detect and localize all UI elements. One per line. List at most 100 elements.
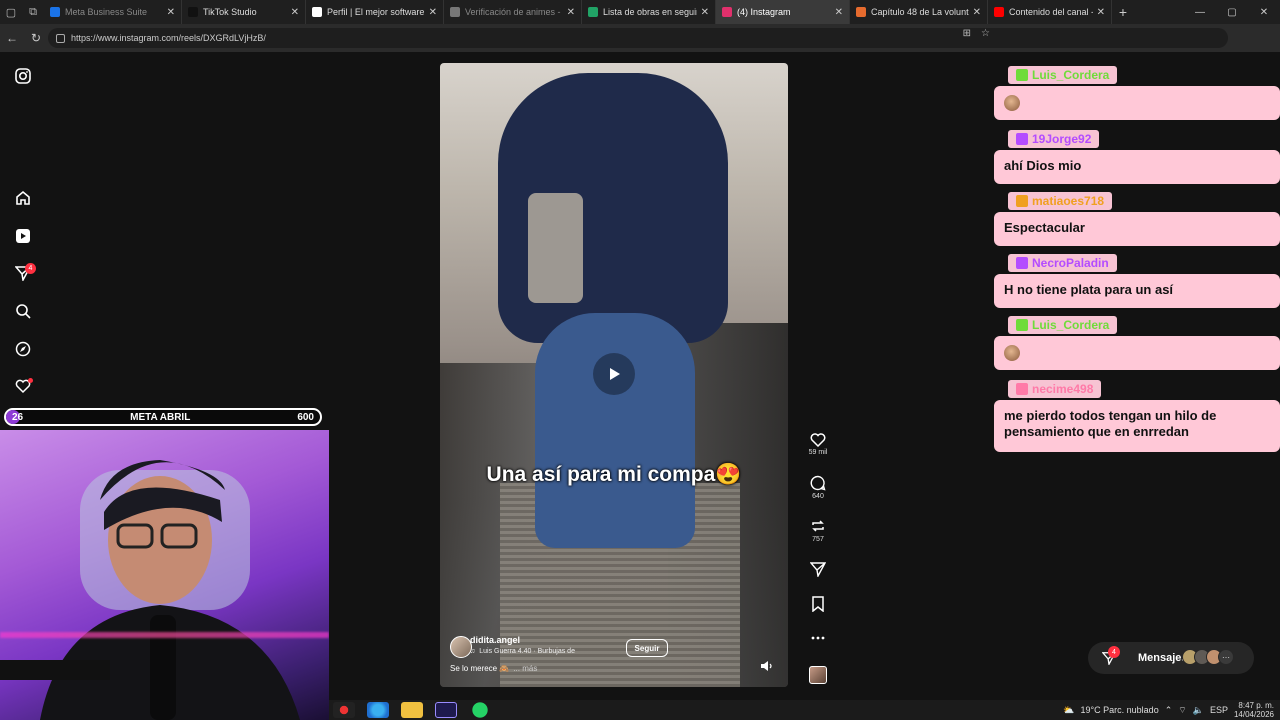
instagram-logo-icon[interactable] [14, 67, 32, 85]
goal-target: 600 [297, 411, 314, 423]
author-username[interactable]: didita.angel [470, 635, 520, 645]
url-field[interactable]: https://www.instagram.com/reels/DXGRdLVj… [48, 28, 1228, 48]
tab-favicon-icon [856, 7, 866, 17]
tab-close-icon[interactable]: ✕ [1097, 7, 1105, 18]
chat-username: NecroPaladin [1032, 256, 1109, 270]
browser-tab[interactable]: Lista de obras en seguimien ✕ [582, 0, 716, 24]
follow-button[interactable]: Seguir [626, 639, 668, 657]
more-options-action[interactable] [806, 630, 830, 646]
search-icon[interactable] [14, 302, 32, 320]
reel-video[interactable]: Una así para mi compa😍 didita.angel ♫ Lu… [440, 63, 788, 687]
edge-app-icon[interactable] [367, 702, 389, 718]
tab-close-icon[interactable]: ✕ [429, 7, 437, 18]
url-actions: ⊞ ☆ [963, 28, 990, 39]
browser-tab[interactable]: Meta Business Suite ✕ [44, 0, 182, 24]
audio-thumbnail[interactable] [809, 666, 827, 684]
chat-username: 19Jorge92 [1032, 132, 1092, 146]
tab-close-icon[interactable]: ✕ [291, 7, 299, 18]
language-indicator[interactable]: ESP [1210, 705, 1228, 715]
like-heart-icon [810, 433, 826, 447]
whatsapp-app-icon[interactable] [469, 702, 491, 718]
tab-favicon-icon [312, 7, 322, 17]
explore-icon[interactable] [14, 340, 32, 358]
tab-close-icon[interactable]: ✕ [835, 7, 843, 18]
maximize-icon[interactable]: ▢ [1216, 7, 1248, 18]
url-text: https://www.instagram.com/reels/DXGRdLVj… [71, 33, 266, 43]
author-avatar[interactable] [450, 636, 472, 658]
volume-icon[interactable]: 🔈 [1193, 705, 1204, 716]
handbag [528, 193, 583, 303]
activity-dot [28, 378, 33, 383]
chat-text: ahí Dios mio [1004, 158, 1082, 173]
reload-icon[interactable]: ↻ [24, 31, 48, 45]
browser-tab[interactable]: Perfil | El mejor software pa ✕ [306, 0, 444, 24]
music-note-icon: ♫ [470, 648, 476, 655]
browser-tab[interactable]: TikTok Studio ✕ [182, 0, 306, 24]
audio-line[interactable]: ♫ Luis Guerra 4.40 · Burbujas de [470, 648, 575, 655]
repost-action[interactable]: 757 [806, 518, 830, 543]
tray-chevron-icon[interactable]: ⌃ [1165, 705, 1173, 716]
site-info-icon[interactable] [56, 33, 65, 43]
browser-tab[interactable]: Contenido del canal - YouTu ✕ [988, 0, 1112, 24]
chat-bubble: Espectacular [994, 212, 1280, 246]
led-strip [0, 632, 329, 638]
chat-username: necime498 [1032, 382, 1094, 396]
mute-icon[interactable] [760, 659, 774, 673]
chat-emote-icon [1004, 94, 1020, 111]
back-icon[interactable]: ← [0, 31, 24, 45]
chat-username-tag[interactable]: NecroPaladin [1008, 254, 1117, 272]
chat-username-tag[interactable]: matiaoes718 [1008, 192, 1113, 210]
tab-label: Lista de obras en seguimien [603, 7, 697, 17]
new-tab-button[interactable]: + [1112, 4, 1134, 20]
chat-badge-icon [1016, 257, 1028, 269]
split-view-icon[interactable]: ⊞ [963, 28, 971, 39]
chat-username-tag[interactable]: 19Jorge92 [1008, 130, 1100, 148]
reels-icon[interactable] [14, 227, 32, 245]
save-action[interactable] [806, 596, 830, 612]
bookmark-icon [812, 596, 824, 612]
close-window-icon[interactable]: ✕ [1248, 7, 1280, 18]
chat-badge-icon [1016, 319, 1028, 331]
tab-close-icon[interactable]: ✕ [567, 7, 575, 18]
comment-count: 640 [812, 493, 824, 500]
browser-tab[interactable]: (4) Instagram ✕ [716, 0, 850, 24]
obs-app-icon[interactable] [333, 702, 355, 718]
clock-time: 8:47 p. m. [1238, 701, 1274, 710]
favorite-star-icon[interactable]: ☆ [981, 28, 990, 39]
more-link[interactable]: ... más [513, 664, 537, 673]
repost-icon [812, 520, 824, 532]
minimize-icon[interactable]: — [1184, 7, 1216, 18]
tab-close-icon[interactable]: ✕ [701, 7, 709, 18]
tab-close-icon[interactable]: ✕ [167, 7, 175, 18]
workspaces-icon[interactable]: ▢ [0, 0, 22, 24]
chat-username-tag[interactable]: necime498 [1008, 380, 1102, 398]
tab-label: TikTok Studio [203, 7, 257, 17]
browser-tab[interactable]: Verificación de animes - Ve ✕ [444, 0, 582, 24]
file-explorer-icon[interactable] [401, 702, 423, 718]
wifi-icon[interactable]: ⌔ [1178, 705, 1186, 716]
reel-author-row [450, 636, 472, 658]
comment-action[interactable]: 640 [806, 475, 830, 500]
browser-tab-bar: ▢ ⧉ Meta Business Suite ✕ TikTok Studio ✕ Pe… [0, 0, 1280, 24]
weather-text[interactable]: 19°C Parc. nublado [1081, 705, 1159, 715]
audio-title: Luis Guerra 4.40 · Burbujas de [479, 648, 575, 655]
tab-label: Meta Business Suite [65, 7, 148, 17]
clock[interactable]: 8:47 p. m. 14/04/2026 [1234, 701, 1274, 719]
tab-favicon-icon [722, 7, 732, 17]
chat-username: Luis_Cordera [1032, 318, 1110, 332]
browser-tab[interactable]: Capítulo 48 de La voluntad ✕ [850, 0, 988, 24]
tab-close-icon[interactable]: ✕ [973, 7, 981, 18]
play-button[interactable] [593, 353, 635, 395]
clock-date: 14/04/2026 [1233, 710, 1274, 719]
home-icon[interactable] [14, 189, 32, 207]
notification-badge: 4 [25, 263, 36, 274]
tab-favicon-icon [450, 7, 460, 17]
tab-label: Perfil | El mejor software pa [327, 7, 425, 17]
chat-username-tag[interactable]: Luis_Cordera [1008, 66, 1118, 84]
premiere-app-icon[interactable] [435, 702, 457, 718]
like-action[interactable]: 59 mil [806, 432, 830, 456]
chat-username-tag[interactable]: Luis_Cordera [1008, 316, 1118, 334]
tab-actions-icon[interactable]: ⧉ [22, 0, 44, 24]
chat-bubble: ahí Dios mio [994, 150, 1280, 184]
share-action[interactable] [806, 561, 830, 577]
